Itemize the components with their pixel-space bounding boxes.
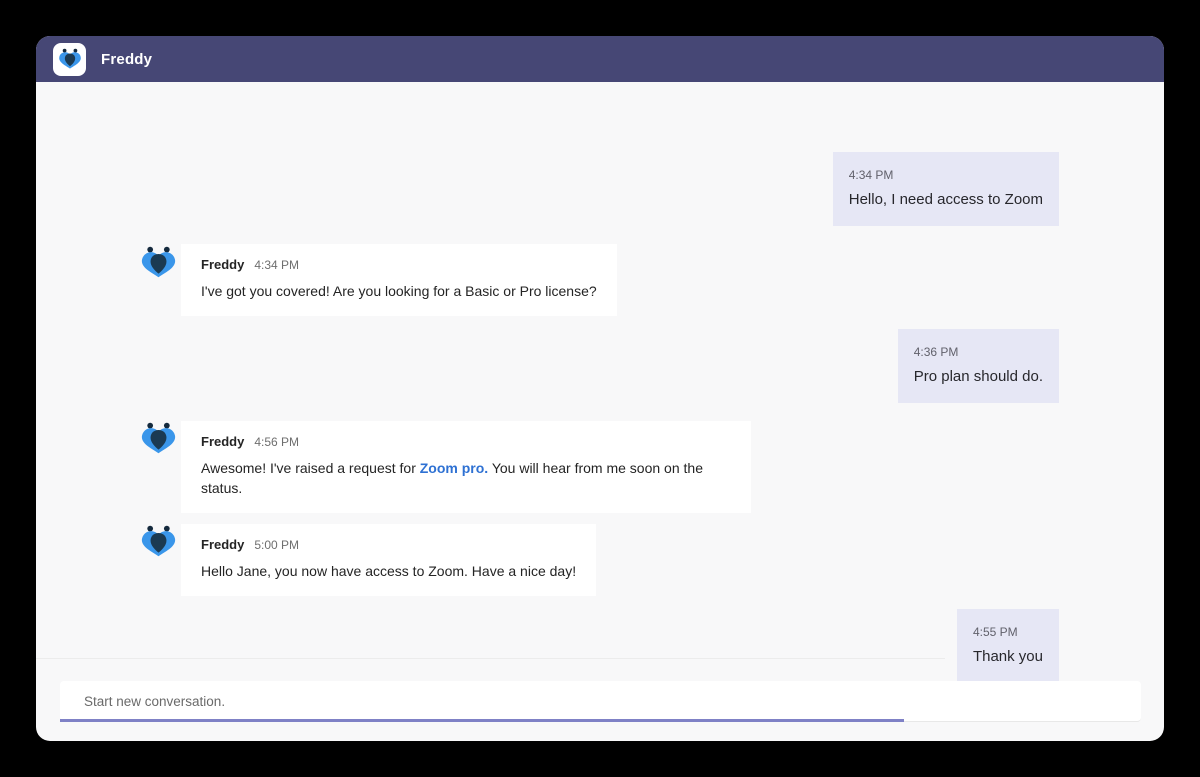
chat-header: Freddy: [36, 36, 1164, 82]
user-message: 4:55 PM Thank you: [957, 609, 1059, 683]
message-text: Hello Jane, you now have access to Zoom.…: [201, 561, 576, 581]
message-timestamp: 4:55 PM: [973, 624, 1043, 640]
bot-name: Freddy: [201, 257, 244, 273]
message-timestamp: 4:34 PM: [254, 257, 299, 273]
composer-divider: [36, 658, 945, 659]
bot-message: Freddy 4:34 PM I've got you covered! Are…: [181, 244, 617, 316]
bot-message: Freddy 4:56 PM Awesome! I've raised a re…: [181, 421, 751, 513]
chat-window: Freddy 4:34 PM Hello, I need access to Z…: [36, 36, 1164, 741]
composer-accent-underline: [60, 719, 904, 722]
bot-name: Freddy: [201, 537, 244, 553]
user-message: 4:36 PM Pro plan should do.: [898, 329, 1059, 403]
message-list: 4:34 PM Hello, I need access to Zoom Fre…: [36, 82, 1164, 741]
message-timestamp: 5:00 PM: [254, 537, 299, 553]
message-timestamp: 4:34 PM: [849, 167, 1043, 183]
zoom-pro-link[interactable]: Zoom pro.: [420, 460, 488, 476]
message-text: Pro plan should do.: [914, 367, 1043, 387]
user-message: 4:34 PM Hello, I need access to Zoom: [833, 152, 1059, 226]
composer: [60, 681, 1141, 722]
message-text: Thank you: [973, 647, 1043, 667]
message-timestamp: 4:56 PM: [254, 434, 299, 450]
message-text: Hello, I need access to Zoom: [849, 190, 1043, 210]
freddy-avatar-icon: [140, 422, 177, 455]
bot-name: Freddy: [201, 434, 244, 450]
bot-message: Freddy 5:00 PM Hello Jane, you now have …: [181, 524, 596, 596]
freddy-logo-icon: [53, 43, 86, 76]
freddy-avatar-icon: [140, 525, 177, 558]
message-timestamp: 4:36 PM: [914, 344, 1043, 360]
freddy-avatar-icon: [140, 246, 177, 279]
message-text: I've got you covered! Are you looking fo…: [201, 281, 597, 301]
message-text-before: Awesome! I've raised a request for: [201, 460, 420, 476]
chat-title: Freddy: [101, 51, 152, 68]
new-conversation-input[interactable]: [60, 681, 1141, 721]
message-text: Awesome! I've raised a request for Zoom …: [201, 458, 731, 498]
